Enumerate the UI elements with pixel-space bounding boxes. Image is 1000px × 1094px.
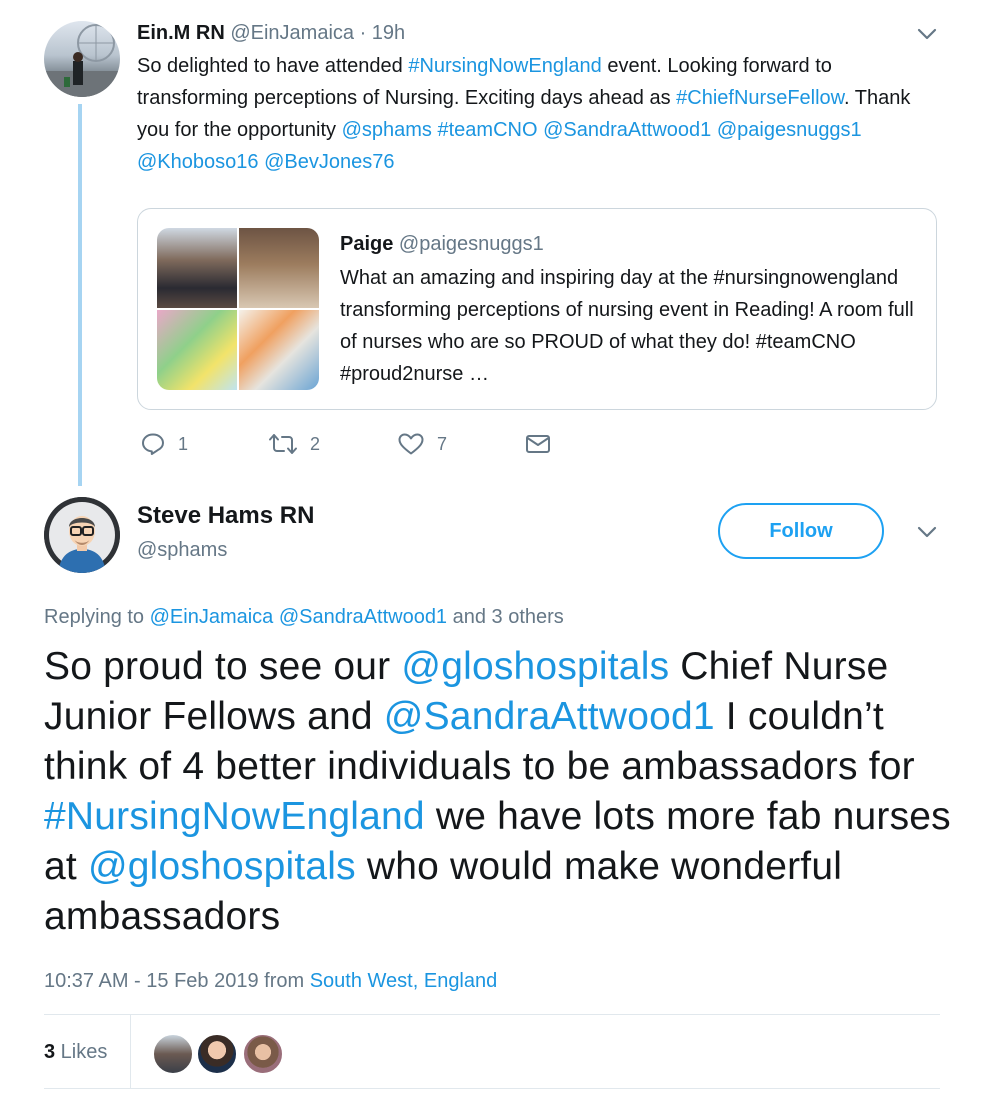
reply-count: 1	[178, 433, 189, 454]
like-button[interactable]: 7	[397, 428, 447, 460]
liker-avatar[interactable]	[152, 1033, 194, 1075]
divider	[44, 1088, 940, 1089]
chevron-down-icon[interactable]	[916, 26, 938, 42]
reply-button[interactable]: 1	[140, 428, 188, 460]
steve-avatar-illustration	[44, 497, 120, 573]
follow-button[interactable]: Follow	[718, 503, 884, 559]
steve-avatar[interactable]	[44, 497, 120, 573]
ein-time[interactable]: · 19h	[360, 22, 406, 44]
mention-link[interactable]: @SandraAttwood1	[543, 119, 711, 141]
retweet-count: 2	[310, 433, 321, 454]
direct-message-button[interactable]	[525, 428, 551, 460]
mention-link[interactable]: @SandraAttwood1	[279, 606, 447, 628]
mention-link[interactable]: @sphams	[342, 119, 432, 141]
media-thumbnail[interactable]	[239, 228, 319, 308]
parent-tweet-header: Ein.M RN @EinJamaica · 19h	[137, 20, 405, 46]
quoted-tweet-media[interactable]	[157, 228, 319, 390]
retweet-button[interactable]: 2	[268, 428, 320, 460]
liker-avatar[interactable]	[242, 1033, 284, 1075]
retweet-icon	[269, 434, 297, 454]
hashtag-link[interactable]: #ChiefNurseFellow	[676, 87, 844, 109]
hashtag-link[interactable]: #teamCNO	[437, 119, 537, 141]
quoted-tweet-text: What an amazing and inspiring day at the…	[340, 267, 914, 385]
mention-link[interactable]: @Khoboso16	[137, 151, 259, 173]
like-count: 7	[437, 433, 448, 454]
mention-link[interactable]: @EinJamaica	[150, 606, 274, 628]
reply-icon	[142, 433, 164, 455]
replying-others[interactable]: and 3 others	[447, 606, 564, 628]
divider	[130, 1014, 131, 1088]
mention-link[interactable]: @SandraAttwood1	[384, 695, 715, 738]
steve-display-name[interactable]: Steve Hams RN	[137, 500, 314, 532]
mention-link[interactable]: @paigesnuggs1	[717, 119, 862, 141]
ein-display-name[interactable]: Ein.M RN	[137, 22, 225, 44]
liker-avatar[interactable]	[196, 1033, 238, 1075]
quoted-tweet-header: Paige @paigesnuggs1	[340, 230, 544, 258]
chevron-down-icon[interactable]	[916, 524, 938, 540]
parent-tweet-text: So delighted to have attended #NursingNo…	[137, 50, 937, 178]
mention-link[interactable]: @gloshospitals	[401, 645, 669, 688]
mention-link[interactable]: @gloshospitals	[88, 845, 356, 888]
paige-handle[interactable]: @paigesnuggs1	[399, 233, 544, 255]
likes-count: 3	[44, 1041, 56, 1063]
hashtag-link[interactable]: #NursingNowEngland	[44, 795, 425, 838]
media-thumbnail[interactable]	[239, 310, 319, 390]
thread-line	[78, 104, 82, 486]
hashtag-link[interactable]: #NursingNowEngland	[408, 55, 601, 77]
media-thumbnail[interactable]	[157, 310, 237, 390]
replying-prefix: Replying to	[44, 606, 150, 628]
text-run: So delighted to have attended	[137, 55, 409, 77]
main-tweet-text: So proud to see our @gloshospitals Chief…	[44, 642, 974, 942]
location-link[interactable]: South West, England	[310, 970, 498, 992]
mention-link[interactable]: @BevJones76	[264, 151, 394, 173]
direct-message-icon	[526, 435, 550, 453]
ein-avatar-photo	[44, 24, 120, 97]
timestamp[interactable]: 10:37 AM - 15 Feb 2019	[44, 970, 259, 992]
tweet-metadata: 10:37 AM - 15 Feb 2019 from South West, …	[44, 967, 497, 995]
likes-stat[interactable]: 3 Likes	[44, 1038, 107, 1066]
steve-handle[interactable]: @sphams	[137, 536, 227, 564]
likes-label: Likes	[55, 1041, 108, 1063]
ein-avatar[interactable]	[44, 21, 120, 97]
divider	[44, 1014, 940, 1015]
ein-handle[interactable]: @EinJamaica	[230, 22, 354, 44]
heart-icon	[398, 433, 424, 455]
text-run: So proud to see our	[44, 645, 402, 688]
replying-to: Replying to @EinJamaica @SandraAttwood1 …	[44, 603, 564, 631]
paige-display-name[interactable]: Paige	[340, 233, 393, 255]
media-thumbnail[interactable]	[157, 228, 237, 308]
from-label: from	[258, 970, 310, 992]
